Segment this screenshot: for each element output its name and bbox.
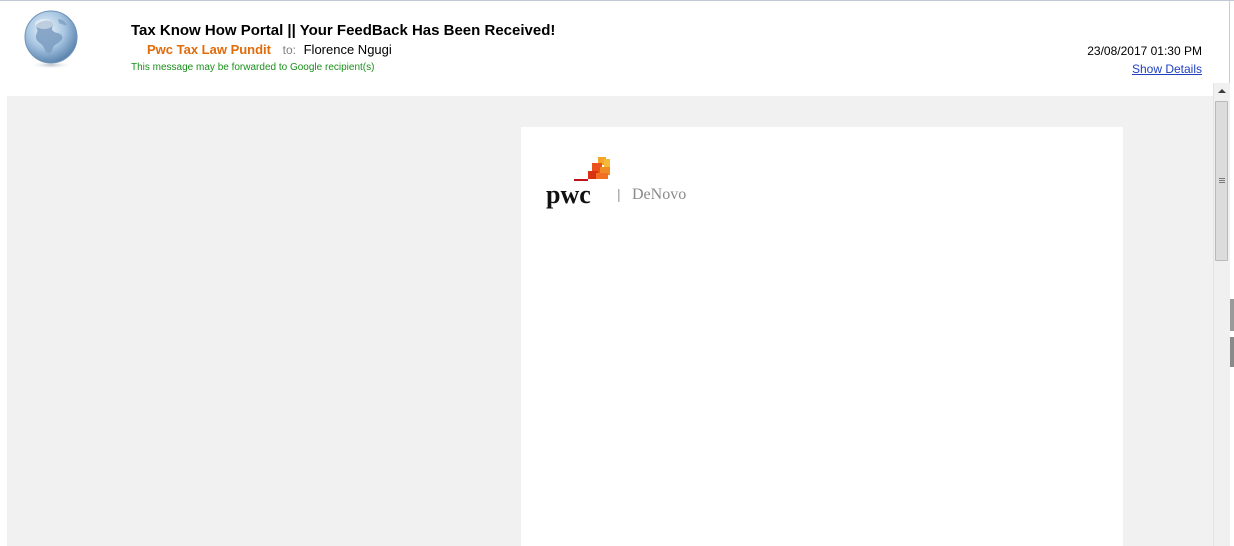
show-details-link[interactable]: Show Details — [1132, 62, 1202, 76]
pwc-denovo-logo: pwc | DeNovo — [546, 157, 726, 209]
window-edge-marker — [1230, 299, 1234, 369]
header-divider — [1229, 1, 1230, 96]
sender-name[interactable]: Pwc Tax Law Pundit — [147, 42, 271, 57]
chevron-up-icon[interactable] — [1214, 83, 1230, 100]
pwc-wordmark: pwc — [546, 180, 591, 209]
scrollbar-thumb[interactable] — [1215, 101, 1228, 261]
vertical-scrollbar[interactable] — [1213, 83, 1230, 546]
left-margin — [0, 96, 7, 546]
email-datetime: 23/08/2017 01:30 PM — [1087, 44, 1202, 58]
denovo-wordmark: DeNovo — [632, 186, 686, 203]
to-label: to: — [282, 43, 296, 57]
email-subject: Tax Know How Portal || Your FeedBack Has… — [131, 22, 556, 39]
logo-divider: | — [617, 186, 621, 202]
forward-notice: This message may be forwarded to Google … — [131, 62, 375, 73]
email-content-card: pwc | DeNovo — [521, 127, 1123, 546]
grip-icon — [1219, 178, 1225, 184]
email-viewer-window: Tax Know How Portal || Your FeedBack Has… — [0, 0, 1234, 546]
email-body: pwc | DeNovo — [7, 96, 1213, 546]
email-header: Tax Know How Portal || Your FeedBack Has… — [0, 1, 1230, 96]
from-line: Pwc Tax Law Pundit to: Florence Ngugi — [147, 42, 392, 57]
globe-icon — [22, 7, 80, 71]
recipient-name[interactable]: Florence Ngugi — [304, 42, 392, 57]
